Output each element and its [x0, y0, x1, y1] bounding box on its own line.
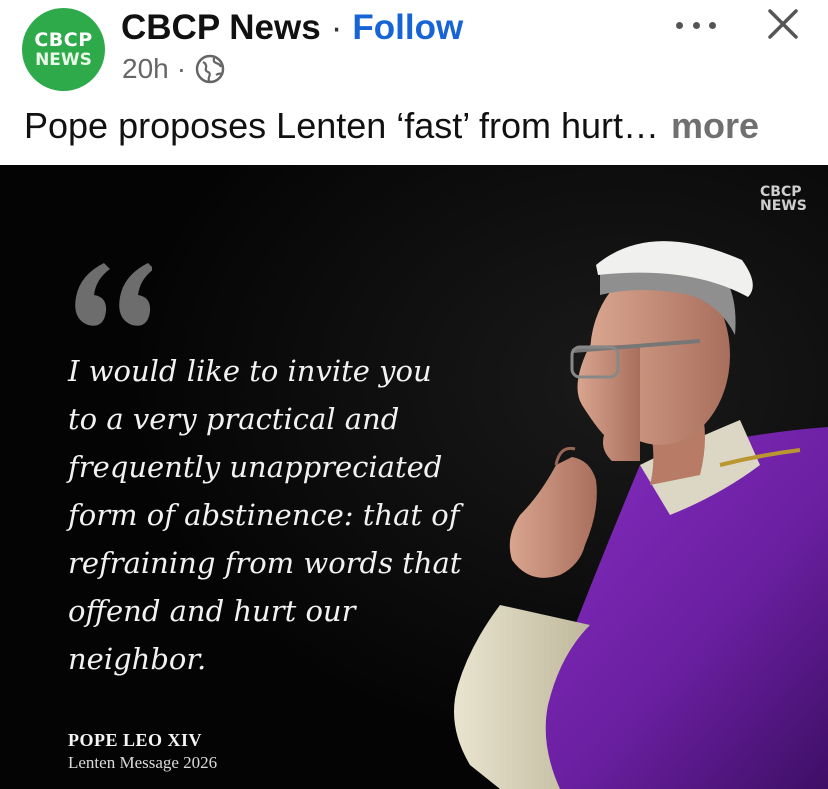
avatar-text-line1: CBCP: [34, 28, 93, 51]
dot: [676, 21, 683, 29]
watermark-line1: CBCP: [760, 184, 802, 200]
globe-icon: [195, 54, 225, 84]
page-name-link[interactable]: CBCP News: [121, 8, 321, 48]
watermark-line2: NEWS: [760, 198, 807, 214]
attribution-source: Lenten Message 2026: [68, 753, 218, 772]
post-caption: Pope proposes Lenten ‘fast’ from hurt… m…: [24, 104, 759, 148]
caption-text: Pope proposes Lenten ‘fast’ from hurt…: [24, 105, 660, 146]
post-timestamp[interactable]: 20h: [122, 53, 169, 85]
follow-button[interactable]: Follow: [352, 8, 463, 48]
post-meta: 20h ·: [122, 52, 226, 86]
post-image[interactable]: CBCP NEWS I would like to invite you to …: [0, 165, 828, 789]
dot: [709, 21, 716, 29]
avatar-text-line2: NEWS: [35, 49, 92, 70]
close-icon[interactable]: [765, 6, 801, 42]
title-separator: ·: [330, 8, 343, 47]
attribution-name: POPE LEO XIV: [68, 730, 203, 750]
quote-mark-icon: [75, 263, 152, 326]
post-header: CBCP NEWS CBCP News · Follow 20h · Pope …: [0, 0, 828, 165]
dot: [692, 21, 700, 29]
quote-text: I would like to invite you to a very pra…: [68, 354, 462, 676]
see-more-link[interactable]: more: [671, 105, 759, 147]
page-avatar[interactable]: CBCP NEWS: [22, 8, 105, 91]
title-row: CBCP News · Follow: [121, 6, 463, 50]
meta-separator: ·: [176, 53, 187, 84]
cbcp-watermark: CBCP NEWS: [760, 185, 807, 213]
more-horizontal-icon[interactable]: [676, 10, 716, 40]
